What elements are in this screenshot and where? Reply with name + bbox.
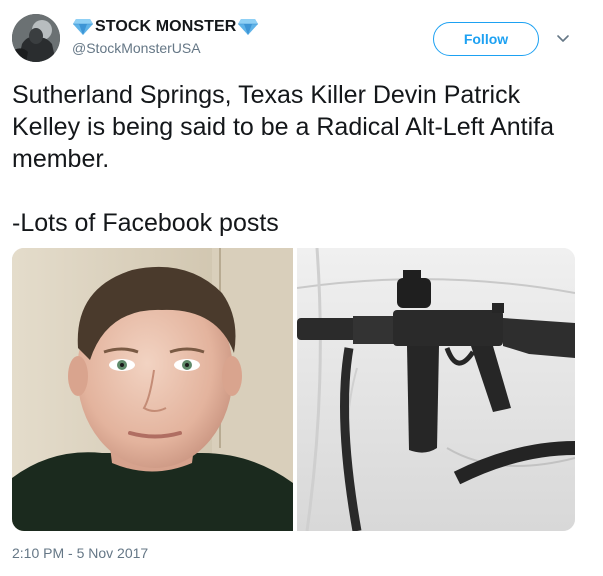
media-photo-portrait[interactable] bbox=[12, 248, 293, 531]
chevron-down-icon[interactable] bbox=[556, 32, 570, 46]
author-display-name: STOCK MONSTER bbox=[95, 18, 237, 35]
blue-diamond-icon bbox=[238, 19, 259, 35]
follow-button[interactable]: Follow bbox=[433, 22, 539, 56]
media-grid bbox=[12, 248, 575, 531]
tweet-timestamp[interactable]: 2:10 PM - 5 Nov 2017 bbox=[12, 545, 148, 561]
tweet-text: Sutherland Springs, Texas Killer Devin P… bbox=[12, 79, 587, 239]
blue-diamond-icon bbox=[73, 19, 93, 35]
photo-rifle-on-chair bbox=[297, 248, 575, 531]
tweet-card: STOCK MONSTER @StockMonsterUSA Follow Su… bbox=[0, 0, 603, 576]
avatar[interactable] bbox=[12, 14, 60, 62]
media-photo-rifle[interactable] bbox=[297, 248, 575, 531]
author-name-row[interactable]: STOCK MONSTER bbox=[72, 16, 259, 38]
avatar-profile-photo bbox=[12, 14, 60, 62]
author-handle[interactable]: @StockMonsterUSA bbox=[72, 40, 201, 56]
photo-man-portrait bbox=[12, 248, 293, 531]
tweet-text-line: Sutherland Springs, Texas Killer Devin P… bbox=[12, 81, 554, 173]
tweet-text-line: -Lots of Facebook posts bbox=[12, 209, 279, 237]
